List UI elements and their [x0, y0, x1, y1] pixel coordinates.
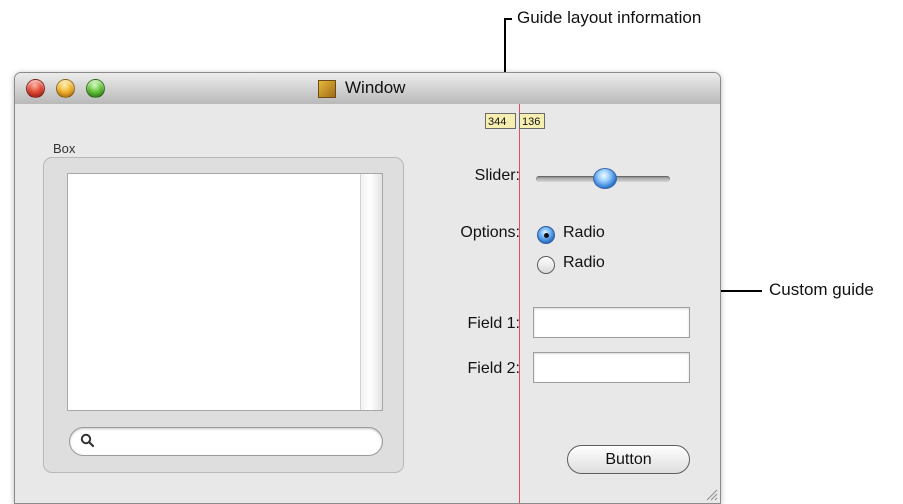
slider[interactable]: [536, 168, 670, 190]
custom-guide-label: Custom guide: [769, 280, 874, 299]
window-icon: [318, 80, 336, 98]
slider-thumb[interactable]: [593, 168, 617, 189]
guide-layout-horizontal-pointer: [504, 18, 512, 20]
window-titlebar[interactable]: Window: [15, 73, 720, 105]
radio-label-1: Radio: [563, 224, 605, 241]
search-field[interactable]: [69, 427, 383, 456]
minimize-icon[interactable]: [56, 79, 75, 98]
options-label: Options:: [460, 224, 520, 241]
guide-measurement-right: 136: [519, 113, 545, 129]
search-icon: [80, 433, 95, 448]
field-1-label: Field 1:: [467, 315, 520, 332]
window: Window 344 136 Box Slider: Options: Radi…: [14, 72, 721, 504]
documentation-stage: Guide layout information Custom guide Wi…: [0, 0, 903, 504]
slider-label: Slider:: [474, 167, 520, 184]
guide-measurement-left: 344: [485, 113, 516, 129]
zoom-icon[interactable]: [86, 79, 105, 98]
radio-selected-dot: [544, 233, 549, 238]
radio-label-2: Radio: [563, 254, 605, 271]
field-2-label: Field 2:: [467, 360, 520, 377]
button[interactable]: Button: [567, 445, 690, 474]
window-content: 344 136 Box Slider: Options: Radio Radio…: [15, 104, 720, 503]
window-title: Window: [345, 78, 406, 97]
box-label: Box: [53, 141, 76, 156]
radio-button-selected[interactable]: [537, 226, 555, 244]
field-2-input[interactable]: [533, 352, 690, 383]
vertical-scrollbar[interactable]: [360, 174, 382, 410]
custom-guide-line: [519, 104, 520, 503]
list-view[interactable]: [67, 173, 383, 411]
guide-layout-information-label: Guide layout information: [517, 8, 702, 27]
field-1-input[interactable]: [533, 307, 690, 338]
radio-button-unselected[interactable]: [537, 256, 555, 274]
resize-grip-icon[interactable]: [704, 487, 718, 501]
close-icon[interactable]: [26, 79, 45, 98]
